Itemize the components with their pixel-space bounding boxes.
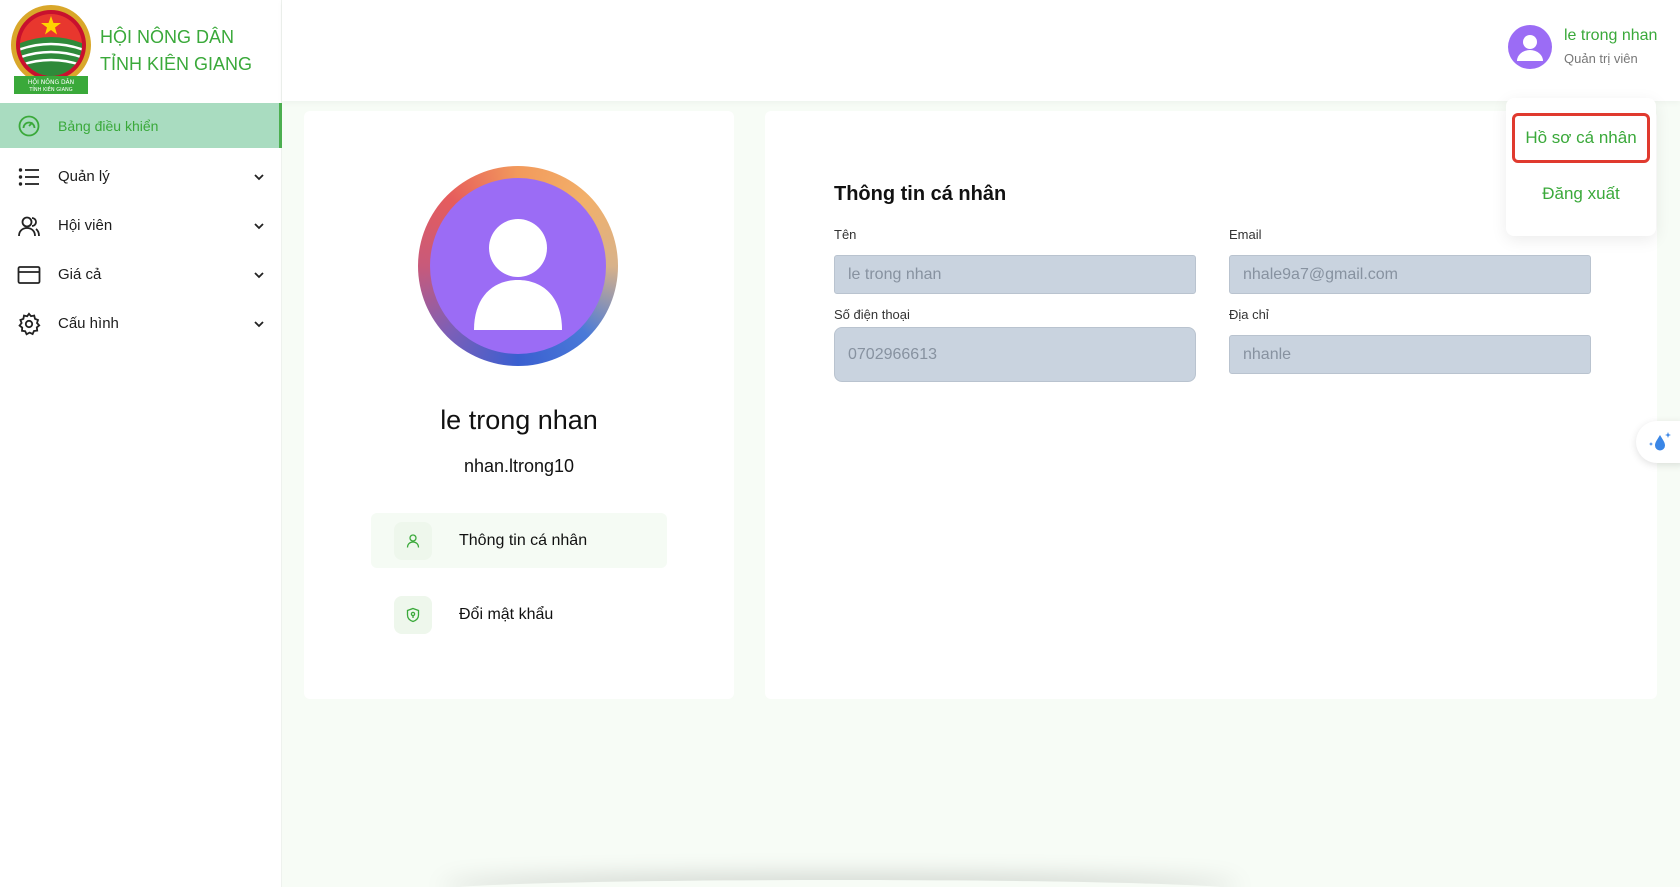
name-label: Tên xyxy=(834,227,857,242)
menu-change-password[interactable]: Đổi mật khẩu xyxy=(371,587,667,642)
profile-avatar-ring xyxy=(418,166,618,366)
section-title: Thông tin cá nhân xyxy=(834,183,1007,205)
members-icon xyxy=(18,216,40,236)
profile-avatar xyxy=(430,178,606,354)
name-field[interactable]: le trong nhan xyxy=(834,255,1196,294)
phone-field[interactable]: 0702966613 xyxy=(834,327,1196,382)
logo-text: TỈNH KIÊN GIANG xyxy=(28,85,72,93)
gear-icon xyxy=(18,311,41,335)
email-field[interactable]: nhale9a7@gmail.com xyxy=(1229,255,1591,294)
top-header: le trong nhan Quản trị viên xyxy=(282,0,1680,101)
user-dropdown: Hồ sơ cá nhân Đăng xuất xyxy=(1506,98,1656,236)
menu-label: Thông tin cá nhân xyxy=(459,531,588,549)
sidebar-item-settings[interactable]: Cấu hình xyxy=(0,299,282,348)
user-icon xyxy=(406,534,420,548)
chevron-down-icon xyxy=(254,271,264,278)
menu-label: Đổi mật khẩu xyxy=(459,605,554,623)
dashboard-gauge-icon xyxy=(18,115,40,136)
email-label: Email xyxy=(1229,227,1262,242)
user-silhouette-icon xyxy=(474,219,562,330)
floating-assistant-button[interactable] xyxy=(1636,421,1680,463)
brand-name: HỘI NÔNG DÂN TỈNH KIÊN GIANG xyxy=(100,27,253,74)
sidebar-item-dashboard[interactable]: Bảng điều khiển xyxy=(0,103,282,148)
address-label: Địa chỉ xyxy=(1229,307,1269,322)
menu-personal-info[interactable]: Thông tin cá nhân xyxy=(371,513,667,568)
card-icon xyxy=(17,265,41,284)
sparkle-droplet-icon xyxy=(1649,432,1671,451)
profile-card: le trong nhan nhan.ltrong10 Thông tin cá… xyxy=(304,111,734,699)
logo-emblem: HỘI NÔNG DÂN TỈNH KIÊN GIANG xyxy=(11,5,91,94)
sidebar-item-label: Cấu hình xyxy=(58,315,119,332)
shield-key-icon xyxy=(406,607,420,623)
sidebar-item-management[interactable]: Quản lý xyxy=(0,152,282,201)
profile-name: le trong nhan xyxy=(440,405,598,435)
address-field[interactable]: nhanle xyxy=(1229,335,1591,374)
avatar[interactable] xyxy=(1508,25,1552,69)
bottom-shadow xyxy=(440,880,1240,887)
sidebar-item-prices[interactable]: Giá cả xyxy=(0,250,282,299)
header-user-role: Quản trị viên xyxy=(1564,51,1638,66)
sidebar: HỘI NÔNG DÂN TỈNH KIÊN GIANG HỘI NÔNG DÂ… xyxy=(0,0,282,887)
menu-icon-box xyxy=(394,596,432,634)
chevron-down-icon xyxy=(254,222,264,229)
profile-username: nhan.ltrong10 xyxy=(463,456,575,476)
phone-label: Số điện thoại xyxy=(834,307,910,322)
brand[interactable]: HỘI NÔNG DÂN TỈNH KIÊN GIANG HỘI NÔNG DÂ… xyxy=(10,4,282,98)
logout-menu-item[interactable]: Đăng xuất xyxy=(1512,169,1650,219)
chevron-down-icon xyxy=(254,320,264,327)
sidebar-nav: Bảng điều khiển Quản lý Hội viên Giá cả … xyxy=(0,103,282,348)
profile-menu-item[interactable]: Hồ sơ cá nhân xyxy=(1512,113,1650,163)
user-silhouette-icon xyxy=(1517,35,1543,61)
sidebar-item-label: Quản lý xyxy=(58,168,110,185)
sidebar-item-members[interactable]: Hội viên xyxy=(0,201,282,250)
header-user-name[interactable]: le trong nhan xyxy=(1564,27,1657,45)
list-icon xyxy=(18,167,39,186)
sidebar-item-label: Hội viên xyxy=(58,217,113,234)
sidebar-item-label: Giá cả xyxy=(58,266,102,283)
menu-icon-box xyxy=(394,522,432,560)
logo-text: HỘI NÔNG DÂN xyxy=(28,79,74,86)
chevron-down-icon xyxy=(254,173,264,180)
sidebar-item-label: Bảng điều khiển xyxy=(58,117,159,134)
